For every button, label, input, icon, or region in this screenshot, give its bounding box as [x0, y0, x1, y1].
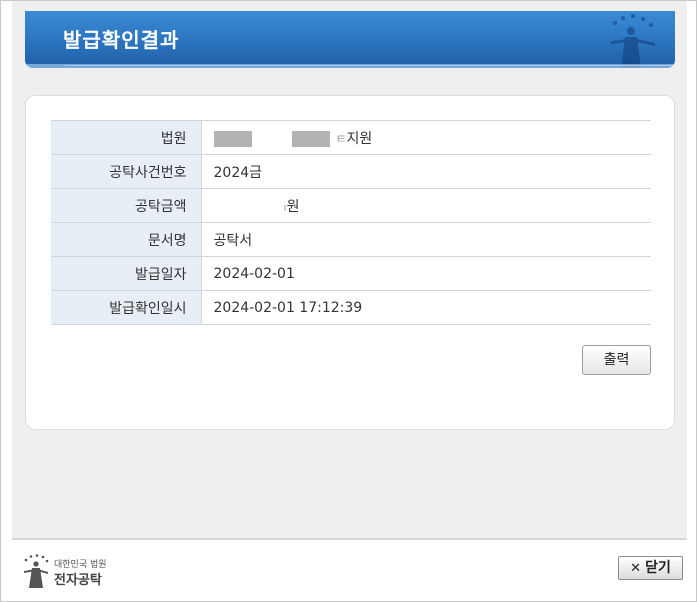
row-value-amount: ı원	[201, 188, 651, 223]
popup-window: 발급확인결과 법원 ㅌ지원 공탁사건번호 2024금 공탁금액 ı원 문서명 공…	[0, 0, 697, 602]
result-panel: 법원 ㅌ지원 공탁사건번호 2024금 공탁금액 ı원 문서명 공탁서 발급일자…	[25, 95, 675, 430]
row-label-amount: 공탁금액	[51, 188, 202, 223]
redaction-block	[213, 130, 252, 147]
page-title: 발급확인결과	[63, 28, 180, 52]
close-button[interactable]: ✕ 닫기	[618, 556, 683, 580]
table-row: 법원 ㅌ지원	[51, 120, 651, 155]
row-label-court: 법원	[51, 120, 202, 155]
row-value-document: 공탁서	[201, 222, 651, 257]
row-value-court: ㅌ지원	[201, 120, 651, 155]
print-button[interactable]: 출력	[582, 345, 651, 375]
row-label-check-datetime: 발급확인일시	[51, 290, 202, 325]
table-row: 공탁사건번호 2024금	[51, 154, 651, 189]
row-label-case-number: 공탁사건번호	[51, 154, 202, 189]
court-logo-icon	[24, 554, 49, 588]
result-table: 법원 ㅌ지원 공탁사건번호 2024금 공탁금액 ı원 문서명 공탁서 발급일자…	[51, 120, 651, 325]
row-value-check-datetime: 2024-02-01 17:12:39	[201, 290, 651, 325]
table-row: 발급일자 2024-02-01	[51, 256, 651, 291]
table-row: 공탁금액 ı원	[51, 188, 651, 223]
row-value-issue-date: 2024-02-01	[201, 256, 651, 291]
header-divider	[65, 65, 675, 66]
footer-bar: 대한민국 법원 전자공탁 ✕ 닫기	[12, 538, 687, 591]
partial-glyph: ㅌ	[335, 131, 347, 146]
row-value-case-number: 2024금	[201, 154, 651, 189]
header-bar: 발급확인결과	[25, 11, 675, 68]
close-label: 닫기	[645, 560, 671, 576]
row-label-issue-date: 발급일자	[51, 256, 202, 291]
table-row: 문서명 공탁서	[51, 222, 651, 257]
row-label-document: 문서명	[51, 222, 202, 257]
popup-body: 발급확인결과 법원 ㅌ지원 공탁사건번호 2024금 공탁금액 ı원 문서명 공…	[12, 1, 687, 591]
service-name: 전자공탁	[54, 573, 102, 588]
table-row: 발급확인일시 2024-02-01 17:12:39	[51, 290, 651, 325]
redaction-block	[291, 130, 330, 147]
court-emblem-icon	[611, 14, 655, 68]
close-icon: ✕	[630, 561, 642, 576]
